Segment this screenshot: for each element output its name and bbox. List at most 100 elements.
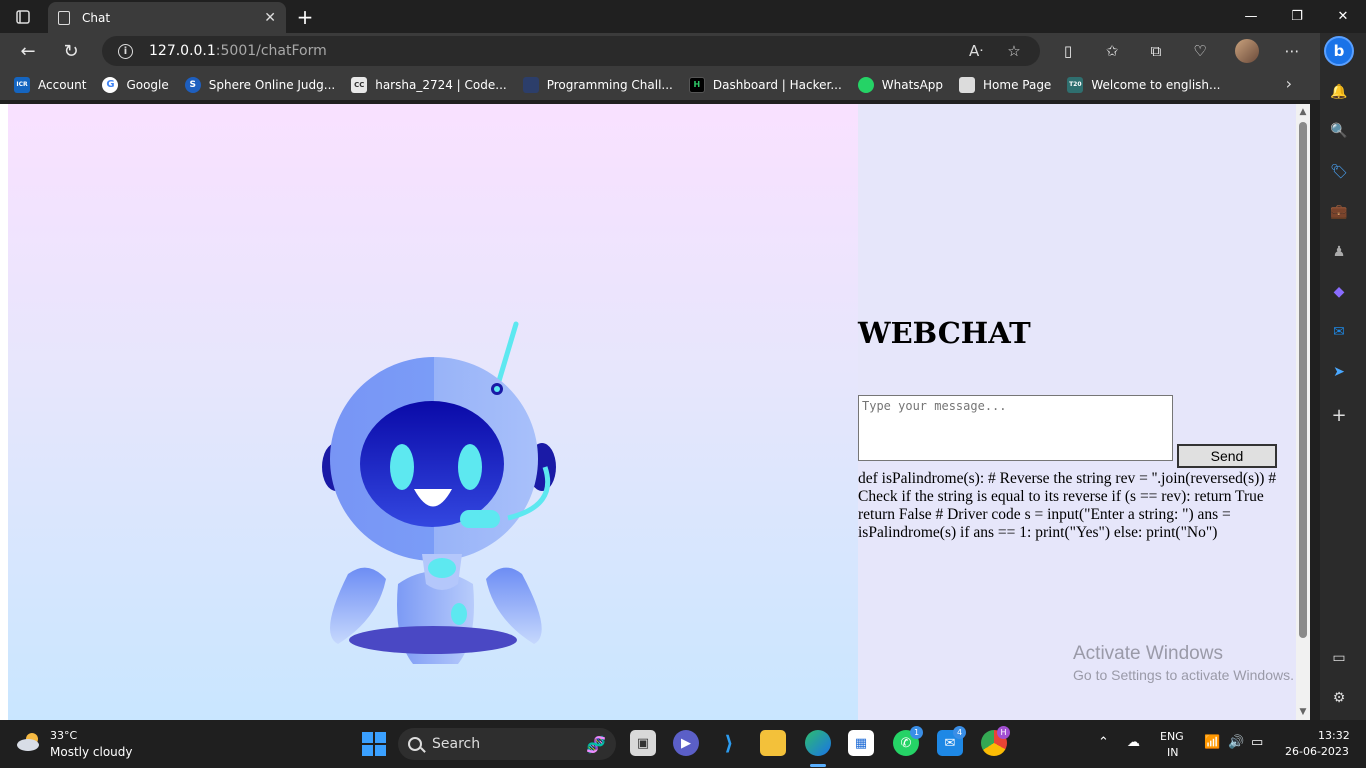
new-tab-button[interactable]: + [292,4,318,30]
scroll-thumb[interactable] [1299,122,1307,638]
activate-windows-watermark: Activate Windows Go to Settings to activ… [1073,643,1294,683]
left-eye [390,444,414,490]
browser-essentials-icon[interactable]: ♡ [1187,38,1213,64]
task-view-icon[interactable]: ▣ [630,730,656,756]
add-icon[interactable]: + [1329,405,1349,426]
robot-panel [8,104,858,720]
scroll-up-arrow[interactable]: ▲ [1298,107,1308,117]
webchat-page: WEBCHAT Send def isPalindrome(s): # Reve… [8,104,1296,720]
outlook-icon[interactable]: ✉ [1329,322,1349,342]
send-icon[interactable]: ➤ [1329,362,1349,382]
settings-gear-icon[interactable]: ⚙ [1329,688,1349,708]
robot-face [360,401,504,527]
right-eye [458,444,482,490]
edge-icon[interactable] [805,730,831,756]
google-icon: G [102,76,119,93]
whatsapp-icon [857,76,874,93]
address-bar[interactable]: i 127.0.0.1:5001/chatForm Aᐧ ☆ [102,36,1040,66]
active-app-indicator [810,764,826,767]
video-call-icon[interactable]: ▶ [673,730,699,756]
info-icon[interactable]: i [118,43,133,59]
bookmark-google[interactable]: G Google [102,76,169,93]
tab-actions-icon[interactable] [0,0,46,33]
url-host: 127.0.0.1 [149,43,216,59]
tab-chat[interactable]: Chat ✕ [48,2,286,33]
chevron-right-icon[interactable]: › [1286,74,1292,93]
clock-date[interactable]: 26-06-2023 [1285,745,1349,758]
bookmarks-bar: ICR Account G Google S Sphere Online Jud… [0,69,1320,100]
robot-shadow [349,626,517,654]
taskbar: 33°C Mostly cloudy Search 🧬 ▣ ▶ ⟩ ▦ ✆ 1 … [0,720,1366,768]
bell-icon[interactable]: 🔔 [1329,82,1349,102]
scroll-down-arrow[interactable]: ▼ [1298,707,1308,717]
watermark-title: Activate Windows [1073,643,1223,664]
whatsapp-badge: 1 [910,726,923,739]
minimize-button[interactable]: — [1228,0,1274,33]
volume-icon[interactable]: 🔊 [1228,735,1244,750]
taskbar-search[interactable]: Search 🧬 [398,728,616,760]
refresh-button[interactable]: ↻ [56,37,86,65]
navigation-bar: ← ↻ i 127.0.0.1:5001/chatForm Aᐧ ☆ ▯ ✩ ⧉… [0,33,1320,69]
page-icon [959,76,976,93]
spoj-icon: S [184,76,201,93]
weather-temperature[interactable]: 33°C [50,729,77,742]
page-title: WEBCHAT [858,316,1031,350]
games-icon[interactable]: ♟ [1329,242,1349,262]
chat-response: def isPalindrome(s): # Reverse the strin… [858,470,1277,541]
wifi-icon[interactable]: 📶 [1204,735,1220,750]
language-code[interactable]: ENG [1160,730,1184,743]
search-icon [408,737,422,751]
t20-icon: T20 [1067,76,1084,93]
clock-time[interactable]: 13:32 [1318,729,1350,742]
battery-icon[interactable]: ▭ [1251,735,1263,750]
split-screen-icon[interactable]: ▯ [1055,38,1081,64]
language-region[interactable]: IN [1167,746,1178,759]
bookmark-hackerrank[interactable]: H Dashboard | Hacker... [688,76,842,93]
onedrive-cloud-icon[interactable]: ☁ [1127,735,1140,750]
bookmark-home-page[interactable]: Home Page [959,76,1051,93]
message-input[interactable] [858,395,1173,461]
back-button[interactable]: ← [13,37,43,65]
profile-avatar[interactable] [1235,39,1259,63]
bookmark-account[interactable]: ICR Account [14,76,86,93]
read-aloud-icon[interactable]: Aᐧ [966,41,986,61]
page-icon [58,10,70,25]
bookmark-whatsapp[interactable]: WhatsApp [857,76,943,93]
page-scrollbar[interactable]: ▲ ▼ [1296,104,1310,720]
cloudy-weather-icon[interactable] [16,732,44,752]
windows-start-icon[interactable] [362,732,386,756]
chevron-up-icon[interactable]: ⌃ [1098,735,1109,750]
tab-bar: Chat ✕ + — ❐ ✕ [0,0,1366,33]
search-icon[interactable]: 🔍 [1329,121,1349,141]
bookmark-codechef[interactable]: CC harsha_2724 | Code... [351,76,507,93]
microsoft-365-icon[interactable]: ◆ [1329,282,1349,302]
vscode-icon[interactable]: ⟩ [716,730,742,756]
bookmark-spoj[interactable]: S Sphere Online Judg... [184,76,335,93]
close-tab-icon[interactable]: ✕ [264,10,276,26]
outlook-badge: 4 [953,726,966,739]
bookmark-english[interactable]: T20 Welcome to english... [1067,76,1220,93]
hide-sidebar-icon[interactable]: ▭ [1329,648,1349,668]
bookmark-hackerearth[interactable]: Programming Chall... [522,76,673,93]
icr-icon: ICR [14,76,30,93]
close-window-button[interactable]: ✕ [1320,0,1366,33]
restore-button[interactable]: ❐ [1274,0,1320,33]
hackerearth-icon [522,76,539,93]
tools-briefcase-icon[interactable]: 💼 [1329,202,1349,222]
robot-base [349,554,517,654]
send-button[interactable]: Send [1177,444,1277,468]
bing-copilot-icon[interactable]: b [1324,36,1354,66]
screen: Chat ✕ + — ❐ ✕ ← ↻ i 127.0.0.1:5001/chat… [0,0,1366,768]
collections-icon[interactable]: ⧉ [1143,38,1169,64]
shopping-tag-icon[interactable]: 🏷 [1329,162,1349,182]
search-highlight-icon: 🧬 [586,734,606,754]
watermark-subtitle: Go to Settings to activate Windows. [1073,667,1294,683]
weather-description[interactable]: Mostly cloudy [50,745,133,759]
favorites-icon[interactable]: ✩ [1099,38,1125,64]
microsoft-store-icon[interactable]: ▦ [848,730,874,756]
codechef-icon: CC [351,76,368,93]
favorite-star-icon[interactable]: ☆ [1004,41,1024,61]
chrome-profile-badge: H [997,726,1010,739]
more-options-icon[interactable]: ⋯ [1279,38,1305,64]
file-explorer-icon[interactable] [760,730,786,756]
